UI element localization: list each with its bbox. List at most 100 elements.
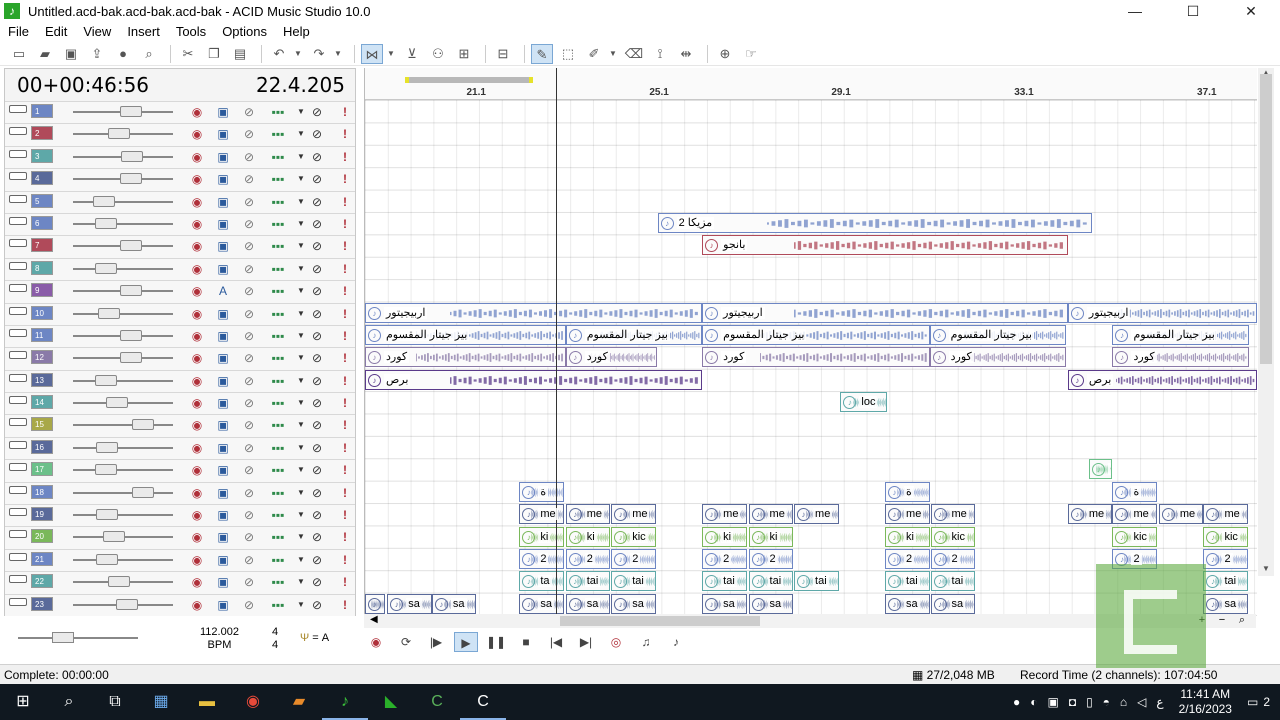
minimize-button[interactable]: — — [1106, 0, 1164, 22]
routing-dropdown-icon[interactable]: ▼ — [293, 328, 309, 344]
mute-icon[interactable]: ⊘ — [309, 149, 325, 165]
group-icon[interactable]: ⚇ — [427, 44, 449, 64]
track-number-badge[interactable]: 9 — [31, 283, 53, 298]
track-number-badge[interactable]: 10 — [31, 305, 53, 320]
record-arm-icon[interactable]: ◉ — [189, 507, 205, 523]
solo-icon[interactable]: ! — [337, 328, 353, 344]
mute-icon[interactable]: ⊘ — [309, 238, 325, 254]
help-pointer-icon[interactable]: ☞ — [740, 44, 762, 64]
chrome-icon[interactable]: ◉ — [230, 684, 276, 720]
record-arm-icon[interactable]: ◉ — [189, 306, 205, 322]
track-volume-fader[interactable] — [73, 419, 173, 431]
solo-icon[interactable]: ! — [337, 306, 353, 322]
fader-knob[interactable] — [92, 195, 115, 207]
fx-bypass-icon[interactable]: ⊘ — [241, 350, 257, 366]
audio-clip[interactable]: ♪ ta — [519, 571, 564, 592]
audio-clip[interactable]: ♪ me — [748, 504, 794, 525]
track-row[interactable]: 15 ◉ ▣ ⊘ ▪▪▪ ▼ ⊘ ! — [5, 414, 355, 437]
routing-dropdown-icon[interactable]: ▼ — [293, 462, 309, 478]
snap-icon[interactable]: ⋈ — [361, 43, 383, 64]
paint-dropdown-icon[interactable]: ▼ — [609, 49, 619, 58]
track-volume-fader[interactable] — [73, 464, 173, 476]
track-routing-icon[interactable]: ▪▪▪ — [267, 149, 289, 165]
zoom-tool-small-icon[interactable]: ⌕ — [1232, 614, 1252, 627]
audio-clip[interactable]: ♪ ki — [519, 526, 564, 547]
track-number-badge[interactable]: 18 — [31, 484, 53, 499]
fader-knob[interactable] — [119, 240, 142, 252]
record-arm-icon[interactable]: ◉ — [189, 395, 205, 411]
solo-icon[interactable]: ! — [337, 126, 353, 142]
audio-clip[interactable]: ♪ ة — [885, 481, 930, 502]
monitor-icon[interactable]: ▣ — [215, 597, 231, 613]
fx-bypass-icon[interactable]: ⊘ — [241, 373, 257, 389]
audio-clip[interactable]: ♪ كورد — [565, 347, 657, 368]
track-minimize-icon[interactable] — [9, 508, 27, 517]
audio-clip[interactable]: ♪ kic — [1203, 526, 1249, 547]
mute-icon[interactable]: ⊘ — [309, 507, 325, 523]
fx-bypass-icon[interactable]: ⊘ — [241, 194, 257, 210]
metronome-icon[interactable]: ◎ — [604, 632, 628, 652]
track-routing-icon[interactable]: ▪▪▪ — [267, 440, 289, 456]
track-routing-icon[interactable]: ▪▪▪ — [267, 395, 289, 411]
store-icon[interactable]: ▦ — [138, 684, 184, 720]
track-volume-fader[interactable] — [73, 486, 173, 498]
record-arm-icon[interactable]: ◉ — [189, 574, 205, 590]
audio-clip[interactable]: ♪ Cc — [1089, 459, 1113, 480]
audio-clip[interactable]: ♪ sa — [365, 593, 385, 614]
paint-tool-icon[interactable]: ✐ — [583, 44, 605, 64]
tray-mic-icon[interactable]: ◓ — [1103, 695, 1110, 709]
track-minimize-icon[interactable] — [9, 261, 27, 270]
file-explorer-icon[interactable]: ▬ — [184, 684, 230, 720]
scroll-down-icon[interactable]: ▼ — [1258, 564, 1274, 576]
record-arm-icon[interactable]: ◉ — [189, 216, 205, 232]
audio-clip[interactable]: ♪ kic — [611, 526, 656, 547]
track-volume-fader[interactable] — [73, 352, 173, 364]
audio-clip[interactable]: ♪ sa — [565, 593, 611, 614]
track-number-badge[interactable]: 22 — [31, 574, 53, 589]
routing-dropdown-icon[interactable]: ▼ — [293, 395, 309, 411]
audio-clip[interactable]: ♪ اربيجيتور — [702, 302, 1068, 323]
fader-knob[interactable] — [119, 285, 142, 297]
record-arm-icon[interactable]: ◉ — [189, 529, 205, 545]
track-routing-icon[interactable]: ▪▪▪ — [267, 597, 289, 613]
audio-clip[interactable]: ♪ برص — [365, 369, 703, 390]
monitor-icon[interactable]: ▣ — [215, 261, 231, 277]
record-icon[interactable]: ◉ — [364, 632, 388, 652]
fader-knob[interactable] — [96, 553, 119, 565]
select-tool-icon[interactable]: ⬚ — [557, 44, 579, 64]
monitor-icon[interactable]: ▣ — [215, 507, 231, 523]
fx-bypass-icon[interactable]: ⊘ — [241, 261, 257, 277]
fader-knob[interactable] — [94, 262, 117, 274]
audio-clip[interactable]: ♪ ki — [885, 526, 930, 547]
track-minimize-icon[interactable] — [9, 194, 27, 203]
audio-clip[interactable]: ♪ tai — [930, 571, 976, 592]
audio-clip[interactable]: ♪ sa — [702, 593, 747, 614]
solo-icon[interactable]: ! — [337, 238, 353, 254]
track-row[interactable]: 22 ◉ ▣ ⊘ ▪▪▪ ▼ ⊘ ! — [5, 571, 355, 594]
solo-icon[interactable]: ! — [337, 529, 353, 545]
record-arm-icon[interactable]: ◉ — [189, 373, 205, 389]
audio-clip[interactable]: ♪ بانجو — [702, 235, 1068, 256]
audio-clip[interactable]: ♪ 2 — [748, 549, 794, 569]
menu-view[interactable]: View — [75, 24, 119, 39]
audio-clip[interactable]: ♪ me — [1203, 504, 1249, 525]
track-routing-icon[interactable]: ▪▪▪ — [267, 552, 289, 568]
language-indicator[interactable]: ع — [1156, 695, 1163, 709]
audio-clip[interactable]: ♪ بيز جيتار المقسوم — [702, 325, 930, 345]
record-arm-icon[interactable]: ◉ — [189, 194, 205, 210]
fader-knob[interactable] — [108, 576, 131, 588]
paste-icon[interactable]: ▤ — [229, 44, 251, 64]
track-minimize-icon[interactable] — [9, 530, 27, 539]
track-volume-fader[interactable] — [73, 531, 173, 543]
audio-clip[interactable]: ♪ ة — [519, 481, 564, 502]
routing-dropdown-icon[interactable]: ▼ — [293, 574, 309, 590]
envelope-tool-icon[interactable]: ⟟ — [649, 44, 671, 64]
record-arm-icon[interactable]: ◉ — [189, 283, 205, 299]
camtasia-editor-icon[interactable]: C — [460, 684, 506, 720]
fx-bypass-icon[interactable]: ⊘ — [241, 216, 257, 232]
track-minimize-icon[interactable] — [9, 216, 27, 225]
track-routing-icon[interactable]: ▪▪▪ — [267, 171, 289, 187]
fader-knob[interactable] — [119, 173, 142, 185]
playback-cursor[interactable] — [555, 68, 557, 616]
track-row[interactable]: 11 ◉ ▣ ⊘ ▪▪▪ ▼ ⊘ ! — [5, 324, 355, 348]
